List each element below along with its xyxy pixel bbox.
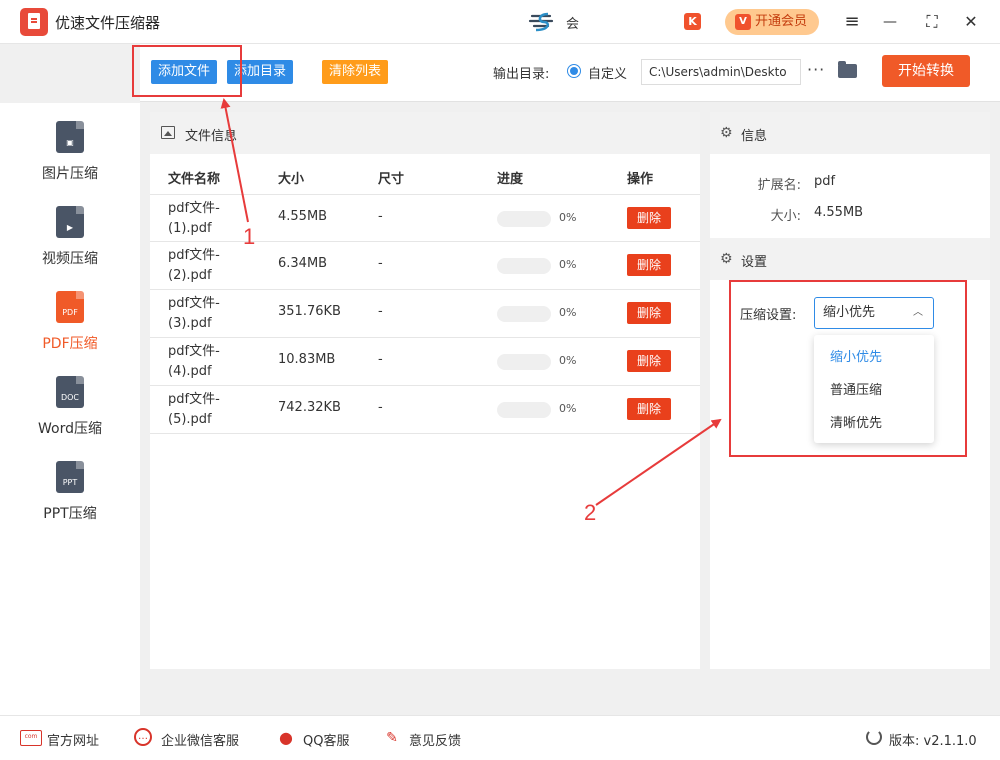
annotation-arrows xyxy=(220,98,722,506)
annotation-arrow-2 xyxy=(595,418,722,506)
annotation-arrow-1 xyxy=(220,98,249,223)
